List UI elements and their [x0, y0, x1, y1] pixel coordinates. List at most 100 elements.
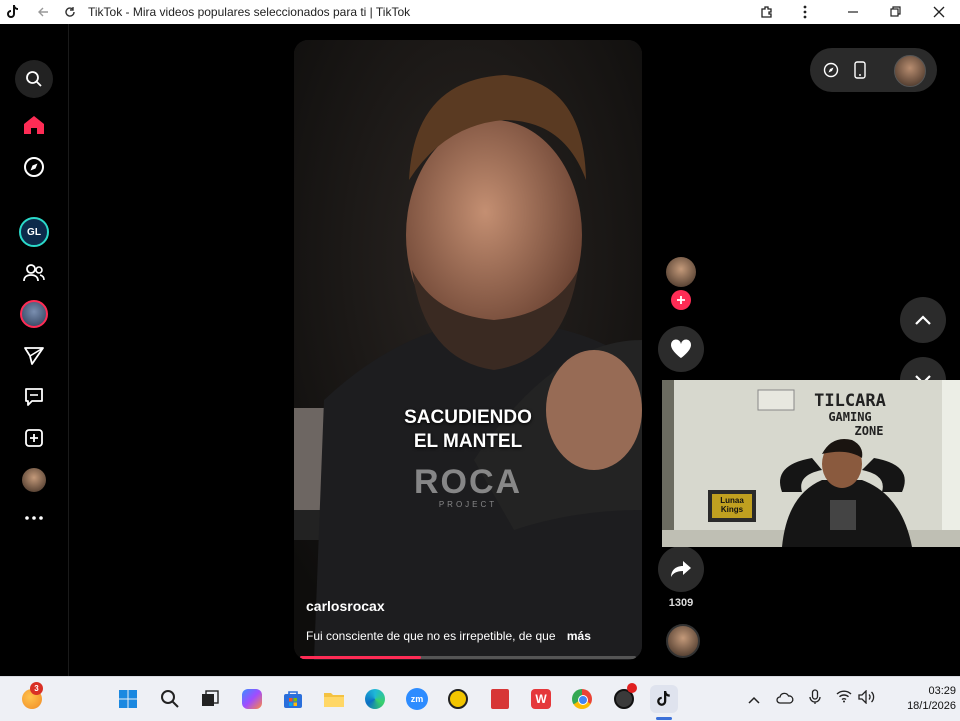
- onedrive-icon[interactable]: [776, 691, 794, 709]
- previous-video-button[interactable]: [900, 297, 946, 343]
- clock-date: 18/1/2026: [907, 700, 956, 712]
- sidebar-item-explore[interactable]: [18, 151, 50, 183]
- share-count: 1309: [668, 597, 694, 609]
- webcam-overlay: TILCARA GAMING ZONE Lunaa Kings: [662, 380, 960, 547]
- tiktok-taskbar-button[interactable]: [650, 685, 678, 713]
- pdf-app-button[interactable]: [486, 685, 514, 713]
- copilot-icon: [242, 689, 262, 709]
- sidebar: GL: [0, 24, 69, 676]
- upload-icon: [25, 429, 43, 447]
- window-titlebar: TikTok - Mira videos populares seleccion…: [0, 0, 960, 24]
- plus-icon: [677, 296, 685, 304]
- sidebar-item-live[interactable]: GL: [18, 216, 50, 248]
- minimize-icon[interactable]: [846, 5, 860, 19]
- user-avatar: [20, 300, 48, 328]
- friends-icon: [23, 264, 45, 282]
- compass-small-icon[interactable]: [823, 62, 839, 83]
- sidebar-item-following[interactable]: [18, 257, 50, 289]
- chrome-icon: [572, 689, 592, 709]
- video-author[interactable]: carlosrocax: [306, 598, 385, 614]
- weather-badge: 3: [30, 682, 43, 695]
- share-icon: [671, 561, 691, 577]
- webcam-sign: TILCARA GAMING ZONE: [790, 392, 910, 438]
- start-button[interactable]: [114, 685, 142, 713]
- sidebar-item-upload[interactable]: [18, 422, 50, 454]
- sidebar-item-profile[interactable]: [18, 464, 50, 496]
- video-caption: Fui consciente de que no es irrepetible,…: [306, 629, 636, 643]
- restore-icon[interactable]: [888, 5, 902, 19]
- store-icon: [284, 691, 302, 708]
- overlay-line-2: EL MANTEL: [413, 431, 523, 452]
- game-app-button[interactable]: [444, 685, 472, 713]
- brand-logo-text: ROCA: [413, 463, 523, 501]
- clock-time: 03:29: [928, 685, 956, 697]
- account-avatar[interactable]: [894, 55, 926, 87]
- sign-line-3: ZONE: [854, 424, 884, 438]
- creator-avatar[interactable]: [666, 257, 696, 287]
- sidebar-item-live-user[interactable]: [18, 298, 50, 330]
- sidebar-item-home[interactable]: [18, 109, 50, 141]
- zoom-button[interactable]: zm: [403, 685, 431, 713]
- music-disc-avatar[interactable]: [666, 624, 700, 658]
- caption-text: Fui consciente de que no es irrepetible,…: [306, 629, 556, 643]
- webcam-box-label: Lunaa Kings: [720, 496, 744, 514]
- edge-icon: [365, 689, 385, 709]
- weather-widget[interactable]: 3: [18, 682, 46, 713]
- pdf-app-icon: [491, 689, 509, 709]
- video-frame-image: [294, 40, 642, 660]
- chrome-button[interactable]: [568, 685, 596, 713]
- more-dots-icon: [25, 516, 43, 520]
- caption-more-link[interactable]: más: [567, 629, 591, 643]
- mobile-device-icon[interactable]: [854, 61, 866, 84]
- profile-avatar: [22, 468, 46, 492]
- search-button[interactable]: [15, 60, 53, 98]
- copilot-button[interactable]: [238, 685, 266, 713]
- heart-icon: [670, 339, 692, 358]
- top-right-controls: [810, 48, 937, 92]
- video-player[interactable]: SACUDIENDO EL MANTEL ROCA PROJECT carlos…: [294, 40, 642, 660]
- recording-dot-icon: [627, 683, 637, 693]
- windows-taskbar: 3 zm W 03:29 18/1/2026: [0, 676, 960, 721]
- microphone-icon[interactable]: [809, 689, 821, 710]
- sidebar-item-messages[interactable]: [18, 340, 50, 372]
- task-view-button[interactable]: [196, 685, 224, 713]
- brand-logo-sub: PROJECT: [438, 500, 498, 509]
- share-button[interactable]: [658, 546, 704, 592]
- close-icon[interactable]: [932, 5, 946, 19]
- home-icon: [24, 116, 44, 134]
- store-button[interactable]: [279, 685, 307, 713]
- window-title: TikTok - Mira videos populares seleccion…: [88, 5, 411, 19]
- sidebar-item-activity[interactable]: [18, 381, 50, 413]
- edge-button[interactable]: [361, 685, 389, 713]
- back-arrow-icon[interactable]: [36, 5, 50, 19]
- live-avatar: GL: [19, 217, 49, 247]
- taskbar-search-button[interactable]: [156, 685, 184, 713]
- obs-button[interactable]: [610, 683, 638, 713]
- inbox-icon: [25, 388, 43, 406]
- volume-icon[interactable]: [858, 689, 876, 709]
- more-menu-icon[interactable]: [798, 5, 812, 19]
- zoom-icon: zm: [406, 688, 428, 710]
- video-overlay-title: SACUDIENDO EL MANTEL: [294, 406, 642, 454]
- tiktok-app-icon: [6, 5, 20, 19]
- clock[interactable]: 03:29 18/1/2026: [884, 684, 956, 714]
- progress-fill: [300, 656, 421, 659]
- folder-icon: [324, 693, 344, 707]
- file-explorer-button[interactable]: [320, 685, 348, 713]
- wps-icon: W: [531, 689, 551, 709]
- compass-icon: [24, 157, 44, 177]
- sidebar-item-more[interactable]: [18, 502, 50, 534]
- wps-button[interactable]: W: [527, 685, 555, 713]
- brand-logo: ROCA PROJECT: [294, 464, 642, 509]
- progress-track[interactable]: [300, 656, 636, 659]
- send-icon: [24, 347, 44, 365]
- reload-icon[interactable]: [63, 5, 77, 19]
- like-button[interactable]: [658, 326, 704, 372]
- search-icon: [161, 690, 179, 708]
- extensions-icon[interactable]: [760, 5, 774, 19]
- wifi-icon[interactable]: [836, 690, 852, 708]
- sign-line-1: TILCARA: [814, 391, 886, 411]
- overlay-line-1: SACUDIENDO: [404, 407, 532, 428]
- follow-button[interactable]: [671, 290, 691, 310]
- show-hidden-icons[interactable]: [748, 691, 760, 709]
